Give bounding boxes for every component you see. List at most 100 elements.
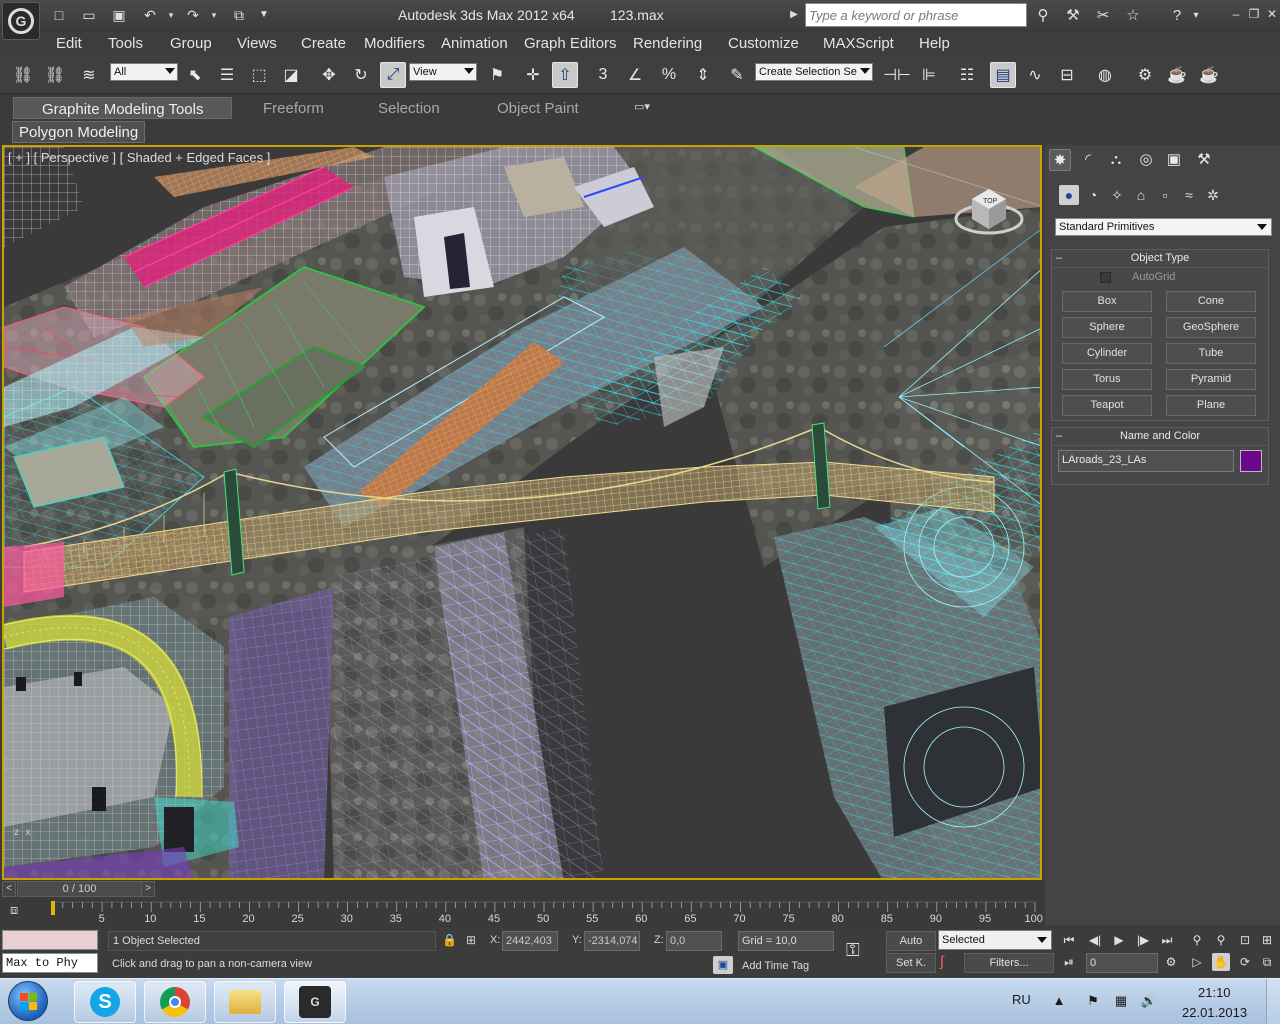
clock-time[interactable]: 21:10 — [1198, 985, 1231, 1000]
keyboard-shortcut-override-icon[interactable]: ⇧ — [552, 62, 578, 88]
selection-lock-icon[interactable]: 🔒 — [442, 933, 457, 947]
menu-views[interactable]: Views — [237, 35, 277, 52]
action-center-icon[interactable]: ⚑ — [1084, 992, 1102, 1010]
key-filters-button[interactable]: Filters... — [964, 953, 1054, 973]
y-coordinate-field[interactable]: -2314,074 — [584, 931, 640, 951]
bind-space-warp-icon[interactable]: ≋ — [76, 62, 102, 88]
start-button[interactable] — [8, 981, 48, 1021]
select-and-move-icon[interactable]: ✥ — [316, 62, 342, 88]
create-tab-icon[interactable]: ✸ — [1049, 149, 1071, 171]
restore-icon[interactable]: ❐ — [1246, 6, 1262, 22]
tab-graphite-modeling-tools[interactable]: Graphite Modeling Tools — [13, 97, 233, 119]
unlink-icon[interactable]: ⛓ — [42, 62, 68, 88]
track-bar[interactable]: ⧈ 5 10 15 20 25 30 35 40 45 50 55 60 65 70 75 80 85 90 95 1… — [0, 898, 1045, 928]
next-frame-arrow-icon[interactable]: > — [141, 881, 155, 897]
input-language[interactable]: RU — [1012, 992, 1031, 1007]
time-tag-icon[interactable]: ▣ — [713, 956, 733, 974]
tab-selection[interactable]: Selection — [378, 97, 440, 119]
schematic-view-icon[interactable]: ⊟ — [1054, 62, 1080, 88]
play-icon[interactable]: ▶ — [1110, 931, 1128, 949]
snaps-toggle-icon[interactable]: 3 — [590, 62, 616, 88]
next-frame-icon[interactable]: |▶ — [1134, 931, 1152, 949]
geosphere-button[interactable]: GeoSphere — [1166, 317, 1256, 338]
viewport-label[interactable]: [ + ] [ Perspective ] [ Shaded + Edged F… — [8, 150, 270, 165]
space-warps-icon[interactable]: ≈ — [1179, 185, 1199, 205]
sphere-button[interactable]: Sphere — [1062, 317, 1152, 338]
plane-button[interactable]: Plane — [1166, 395, 1256, 416]
key-mode-toggle-icon[interactable]: ⏯ — [1060, 953, 1078, 971]
mirror-icon[interactable]: ⊣⊢ — [883, 62, 911, 88]
new-file-icon[interactable]: □ — [50, 6, 68, 24]
systems-icon[interactable]: ✲ — [1203, 185, 1223, 205]
taskbar-chrome[interactable] — [144, 981, 206, 1023]
select-and-rotate-icon[interactable]: ↻ — [348, 62, 374, 88]
percent-snap-icon[interactable]: % — [656, 62, 682, 88]
menu-help[interactable]: Help — [919, 35, 950, 52]
rectangular-selection-icon[interactable]: ⬚ — [246, 62, 272, 88]
layer-manager-icon[interactable]: ☷ — [954, 62, 980, 88]
utilities-tab-icon[interactable]: ⚒ — [1193, 149, 1215, 171]
named-selection-sets-dropdown[interactable]: Create Selection Se — [755, 63, 873, 81]
cone-button[interactable]: Cone — [1166, 291, 1256, 312]
save-file-icon[interactable]: ▣ — [110, 6, 128, 24]
teapot-button[interactable]: Teapot — [1062, 395, 1152, 416]
menu-edit[interactable]: Edit — [56, 35, 82, 52]
communication-center-icon[interactable]: ✂ — [1092, 5, 1114, 27]
rendered-frame-window-icon[interactable]: ☕ — [1164, 62, 1190, 88]
object-name-field[interactable]: LAroads_23_LAs — [1058, 450, 1234, 472]
perspective-viewport[interactable]: [ + ] [ Perspective ] [ Shaded + Edged F… — [2, 145, 1042, 880]
shapes-icon[interactable]: ◔ — [1083, 185, 1103, 205]
cameras-icon[interactable]: ⌂ — [1131, 185, 1151, 205]
tab-object-paint[interactable]: Object Paint — [497, 97, 579, 119]
curve-editor-icon[interactable]: ∿ — [1022, 62, 1048, 88]
go-to-end-icon[interactable]: ⏭ — [1158, 931, 1176, 949]
select-object-icon[interactable]: ⬉ — [182, 62, 208, 88]
zoom-extents-icon[interactable]: ⊡ — [1236, 931, 1254, 949]
taskbar-explorer[interactable] — [214, 981, 276, 1023]
menu-animation[interactable]: Animation — [441, 35, 508, 52]
time-slider-thumb[interactable]: 0 / 100 — [17, 881, 142, 897]
minimize-icon[interactable]: – — [1228, 6, 1244, 22]
previous-frame-arrow-icon[interactable]: < — [2, 881, 16, 897]
key-filter-mode-dropdown[interactable]: Selected — [938, 930, 1052, 950]
menu-group[interactable]: Group — [170, 35, 212, 52]
project-folder-icon[interactable]: ⧉ — [230, 6, 248, 24]
menu-modifiers[interactable]: Modifiers — [364, 35, 425, 52]
undo-dropdown-icon[interactable]: ▾ — [166, 6, 176, 24]
maxscript-listener-output[interactable] — [2, 930, 98, 950]
volume-icon[interactable]: 🔊 — [1140, 992, 1158, 1010]
subscription-icon[interactable]: ⚒ — [1062, 5, 1084, 27]
selection-filter-dropdown[interactable]: All — [110, 63, 178, 81]
absolute-transform-icon[interactable]: ⊞ — [466, 933, 476, 947]
default-in-out-tangent-icon[interactable]: ∫ — [940, 953, 960, 973]
go-to-start-icon[interactable]: ⏮ — [1060, 931, 1078, 949]
ribbon-options-icon[interactable]: ▭▾ — [634, 97, 650, 119]
time-configuration-icon[interactable]: ⚙ — [1162, 953, 1180, 971]
redo-icon[interactable]: ↷ — [184, 6, 202, 24]
zoom-extents-all-icon[interactable]: ⊞ — [1258, 931, 1276, 949]
pivot-center-icon[interactable]: ⚑ — [484, 62, 510, 88]
favorites-star-icon[interactable]: ☆ — [1122, 5, 1144, 27]
menu-customize[interactable]: Customize — [728, 35, 799, 52]
set-key-icon[interactable]: ⚿ — [846, 940, 876, 964]
taskbar-skype[interactable]: S — [74, 981, 136, 1023]
tab-freeform[interactable]: Freeform — [263, 97, 324, 119]
select-and-manipulate-icon[interactable]: ✛ — [520, 62, 546, 88]
object-color-swatch[interactable] — [1240, 450, 1262, 472]
angle-snap-icon[interactable]: ∠ — [622, 62, 648, 88]
zoom-all-icon[interactable]: ⚲ — [1212, 931, 1230, 949]
select-by-name-icon[interactable]: ☰ — [214, 62, 240, 88]
autogrid-checkbox[interactable] — [1100, 272, 1111, 283]
object-type-header[interactable]: – Object Type — [1052, 250, 1268, 268]
polygon-modeling-panel[interactable]: Polygon Modeling — [12, 121, 146, 143]
auto-key-button[interactable]: Auto — [886, 931, 936, 951]
object-category-dropdown[interactable]: Standard Primitives — [1055, 218, 1272, 236]
menu-tools[interactable]: Tools — [108, 35, 143, 52]
help-icon[interactable]: ? — [1166, 5, 1188, 27]
open-file-icon[interactable]: ▭ — [80, 6, 98, 24]
pan-view-icon[interactable]: ✋ — [1212, 953, 1230, 971]
helpers-icon[interactable]: ▫ — [1155, 185, 1175, 205]
z-coordinate-field[interactable]: 0,0 — [666, 931, 722, 951]
motion-tab-icon[interactable]: ◎ — [1135, 149, 1157, 171]
close-icon[interactable]: ✕ — [1264, 6, 1280, 22]
